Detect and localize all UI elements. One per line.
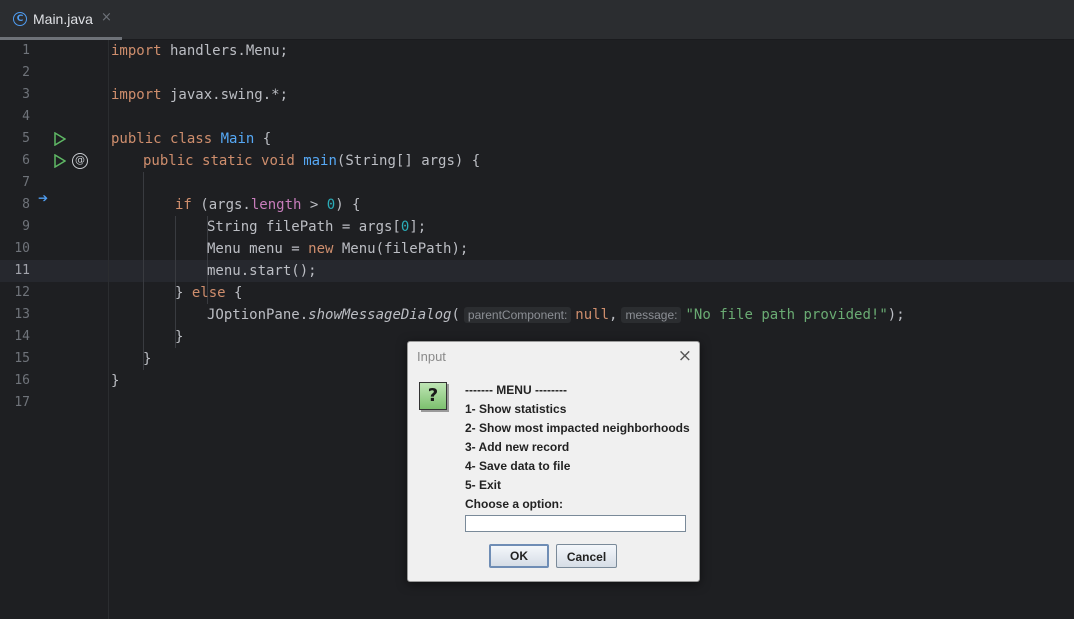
code-text: } <box>175 285 192 301</box>
code-line-16: } <box>111 370 119 392</box>
keyword: void <box>261 153 295 169</box>
menu-option-4: 4- Save data to file <box>465 459 571 473</box>
line-number: 17 <box>14 395 30 410</box>
code-text: (args. <box>191 197 251 213</box>
class-name: Main <box>220 131 255 147</box>
code-text: > <box>301 197 327 213</box>
code-text: String filePath = args[ <box>207 219 401 235</box>
line-number: 7 <box>22 175 30 190</box>
code-text: ) { <box>335 197 361 213</box>
indent-guide <box>143 172 144 370</box>
entry-point-arrow-icon: ➔ <box>38 191 49 205</box>
keyword: import <box>111 43 162 59</box>
code-line-14: } <box>175 326 183 348</box>
menu-option-5: 5- Exit <box>465 478 502 492</box>
line-number: 14 <box>14 329 30 344</box>
code-text: ); <box>887 307 905 323</box>
string-literal: "No file path provided!" <box>685 307 888 323</box>
current-line-highlight <box>0 260 1074 282</box>
dialog-title: Input <box>417 349 446 364</box>
keyword: null <box>575 307 610 323</box>
line-number: 9 <box>22 219 30 234</box>
code-line-10: Menu menu = new Menu(filePath); <box>207 238 468 260</box>
prompt-label: Choose a option: <box>465 497 563 511</box>
menu-option-2: 2- Show most impacted neighborhoods <box>465 421 690 435</box>
line-number: 6 <box>22 153 30 168</box>
code-line-1: import handlers.Menu; <box>111 40 288 62</box>
code-text: { <box>225 285 243 301</box>
line-number: 1 <box>22 43 30 58</box>
keyword: class <box>170 131 213 147</box>
code-text: handlers.Menu; <box>161 43 289 59</box>
run-class-icon[interactable] <box>54 132 66 146</box>
editor-tab-bar: C Main.java × <box>0 0 1074 40</box>
code-text: } <box>111 373 120 389</box>
run-main-icon[interactable] <box>54 154 66 168</box>
code-line-9: String filePath = args[0]; <box>207 216 426 238</box>
code-text: (String[] args) { <box>336 153 481 169</box>
keyword: public <box>143 153 194 169</box>
keyword: public <box>111 131 162 147</box>
method-name: main <box>303 153 337 169</box>
code-line-6: public static void main(String[] args) { <box>143 150 480 172</box>
line-number: 4 <box>22 109 30 124</box>
line-number: 13 <box>14 307 30 322</box>
code-line-5: public class Main { <box>111 128 271 150</box>
close-tab-icon[interactable]: × <box>101 10 112 25</box>
menu-option-3: 3- Add new record <box>465 440 570 454</box>
parameter-hint: message: <box>621 307 682 323</box>
field-name: length <box>250 197 302 213</box>
keyword: if <box>175 197 192 213</box>
line-number: 8 <box>22 197 30 212</box>
question-icon: ? <box>419 382 447 410</box>
code-text: JOptionPane. <box>207 307 309 323</box>
line-number: 2 <box>22 65 30 80</box>
code-line-11: menu.start(); <box>207 260 317 282</box>
code-line-8: if (args.length > 0) { <box>175 194 360 216</box>
line-number: 5 <box>22 131 30 146</box>
line-number: 16 <box>14 373 30 388</box>
class-file-icon: C <box>13 12 27 26</box>
gutter-separator <box>108 40 109 619</box>
number-literal: 0 <box>326 197 336 213</box>
code-line-12: } else { <box>175 282 242 304</box>
code-text: } <box>143 351 152 367</box>
code-text: javax.swing.*; <box>161 87 289 103</box>
line-number: 15 <box>14 351 30 366</box>
keyword: static <box>202 153 253 169</box>
keyword: new <box>308 241 334 257</box>
ok-button[interactable]: OK <box>489 544 549 568</box>
input-dialog: Input × ? ------- MENU -------- 1- Show … <box>407 341 700 582</box>
parameter-hint: parentComponent: <box>463 307 572 323</box>
code-line-13: JOptionPane.showMessageDialog(parentComp… <box>207 304 905 326</box>
cancel-button[interactable]: Cancel <box>556 544 617 568</box>
code-text: } <box>175 329 184 345</box>
code-text: ]; <box>409 219 427 235</box>
code-line-3: import javax.swing.*; <box>111 84 288 106</box>
line-number: 3 <box>22 87 30 102</box>
line-number: 12 <box>14 285 30 300</box>
tab-main-java[interactable]: C Main.java × <box>0 0 122 40</box>
menu-header: ------- MENU -------- <box>465 383 567 397</box>
code-text: , <box>609 307 618 323</box>
code-text: ( <box>451 307 460 323</box>
code-text: Menu menu = <box>207 241 309 257</box>
menu-option-1: 1- Show statistics <box>465 402 567 416</box>
code-text: Menu(filePath); <box>333 241 469 257</box>
code-line-15: } <box>143 348 151 370</box>
dialog-close-icon[interactable]: × <box>678 346 692 366</box>
line-number: 10 <box>14 241 30 256</box>
option-input-field[interactable] <box>465 515 686 532</box>
code-text: { <box>254 131 272 147</box>
keyword: else <box>191 285 226 301</box>
code-text: menu.start(); <box>207 263 317 279</box>
line-number-current: 11 <box>14 263 30 278</box>
keyword: import <box>111 87 162 103</box>
override-annotation-icon[interactable]: @ <box>72 153 88 169</box>
method-name: showMessageDialog <box>308 307 452 323</box>
tab-label: Main.java <box>33 11 93 27</box>
